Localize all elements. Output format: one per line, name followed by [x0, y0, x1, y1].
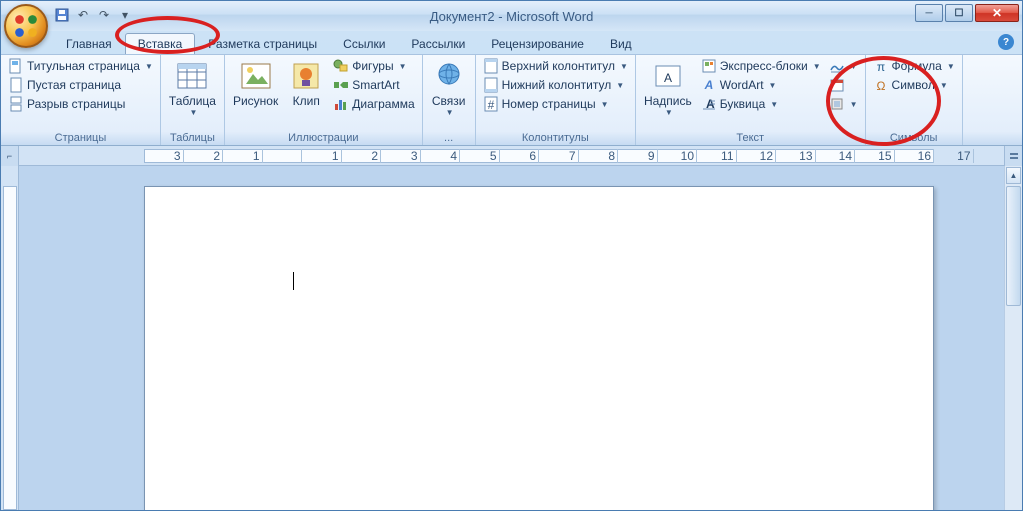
footer-label: Нижний колонтитул — [502, 78, 612, 92]
office-button[interactable] — [4, 4, 48, 48]
chart-button[interactable]: Диаграмма — [330, 95, 417, 113]
scroll-up-button[interactable]: ▲ — [1006, 167, 1021, 184]
undo-icon[interactable]: ↶ — [74, 6, 92, 24]
page-break-label: Разрыв страницы — [27, 97, 125, 111]
symbol-button[interactable]: ΩСимвол▼ — [870, 76, 958, 94]
tab-review[interactable]: Рецензирование — [478, 33, 597, 54]
signature-line-button[interactable]: ▼ — [826, 57, 861, 75]
ribbon: Титульная страница▼ Пустая страница Разр… — [1, 54, 1022, 146]
tab-view[interactable]: Вид — [597, 33, 645, 54]
close-button[interactable]: ✕ — [975, 4, 1019, 22]
minimize-button[interactable]: ─ — [915, 4, 943, 22]
ribbon-tabs: Главная Вставка Разметка страницы Ссылки… — [1, 31, 1022, 54]
maximize-button[interactable]: ☐ — [945, 4, 973, 22]
picture-button[interactable]: Рисунок — [229, 57, 282, 109]
svg-text:A: A — [703, 78, 713, 92]
svg-text:π: π — [876, 60, 884, 74]
equation-button[interactable]: πФормула▼ — [870, 57, 958, 75]
chart-label: Диаграмма — [352, 97, 414, 111]
group-symbols-label: Символы — [870, 131, 958, 145]
shapes-label: Фигуры — [352, 59, 393, 73]
cover-page-label: Титульная страница — [27, 59, 140, 73]
table-button[interactable]: Таблица▼ — [165, 57, 220, 118]
quick-access-toolbar: ↶ ↷ ▾ — [53, 6, 134, 24]
text-cursor — [293, 272, 294, 290]
links-button[interactable]: Связи▼ — [427, 57, 471, 118]
save-icon[interactable] — [53, 6, 71, 24]
equation-label: Формула — [892, 59, 942, 73]
object-button[interactable]: ▼ — [826, 95, 861, 113]
tab-home[interactable]: Главная — [53, 33, 125, 54]
table-label: Таблица — [169, 94, 216, 108]
textbox-button[interactable]: A Надпись▼ — [640, 57, 696, 118]
group-links-label: ... — [427, 131, 471, 145]
links-label: Связи — [432, 94, 466, 108]
tab-page-layout[interactable]: Разметка страницы — [195, 33, 330, 54]
redo-icon[interactable]: ↷ — [95, 6, 113, 24]
group-text-label: Текст — [640, 131, 861, 145]
dropcap-label: Буквица — [720, 97, 766, 111]
dropcap-button[interactable]: AБуквица▼ — [698, 95, 824, 113]
svg-text:Ω: Ω — [876, 79, 885, 93]
blank-page-button[interactable]: Пустая страница — [5, 76, 156, 94]
header-button[interactable]: Верхний колонтитул▼ — [480, 57, 631, 75]
tab-references[interactable]: Ссылки — [330, 33, 398, 54]
svg-text:A: A — [664, 71, 672, 85]
window-title: Документ2 - Microsoft Word — [430, 9, 594, 24]
header-label: Верхний колонтитул — [502, 59, 615, 73]
document-area[interactable] — [19, 166, 1004, 510]
page-break-button[interactable]: Разрыв страницы — [5, 95, 156, 113]
horizontal-ruler[interactable]: ⌐ 3211234567891011121314151617 — [1, 146, 1022, 166]
group-illustrations-label: Иллюстрации — [229, 131, 418, 145]
qat-customize-icon[interactable]: ▾ — [116, 6, 134, 24]
scroll-thumb[interactable] — [1006, 186, 1021, 306]
page-number-button[interactable]: #Номер страницы▼ — [480, 95, 631, 113]
date-time-button[interactable] — [826, 76, 861, 94]
tab-insert[interactable]: Вставка — [125, 33, 196, 54]
symbol-label: Символ — [892, 78, 935, 92]
cover-page-button[interactable]: Титульная страница▼ — [5, 57, 156, 75]
tab-mailings[interactable]: Рассылки — [398, 33, 478, 54]
smartart-button[interactable]: SmartArt — [330, 76, 417, 94]
quickparts-button[interactable]: Экспресс-блоки▼ — [698, 57, 824, 75]
page[interactable] — [144, 186, 934, 510]
group-tables-label: Таблицы — [165, 131, 220, 145]
wordart-button[interactable]: AWordArt▼ — [698, 76, 824, 94]
vertical-scrollbar[interactable]: ▲ — [1004, 166, 1022, 510]
smartart-label: SmartArt — [352, 78, 399, 92]
quickparts-label: Экспресс-блоки — [720, 59, 808, 73]
clipart-button[interactable]: Клип — [284, 57, 328, 109]
footer-button[interactable]: Нижний колонтитул▼ — [480, 76, 631, 94]
ruler-toggle-button[interactable] — [1004, 146, 1022, 166]
page-number-label: Номер страницы — [502, 97, 596, 111]
ruler-corner[interactable]: ⌐ — [1, 146, 19, 166]
clipart-label: Клип — [293, 94, 320, 108]
group-headerfooter-label: Колонтитулы — [480, 131, 631, 145]
help-button[interactable]: ? — [998, 34, 1014, 50]
svg-text:#: # — [487, 98, 494, 112]
vertical-ruler[interactable] — [1, 166, 19, 510]
blank-page-label: Пустая страница — [27, 78, 121, 92]
textbox-label: Надпись — [644, 94, 692, 108]
wordart-label: WordArt — [720, 78, 764, 92]
shapes-button[interactable]: Фигуры▼ — [330, 57, 417, 75]
title-bar: ↶ ↷ ▾ Документ2 - Microsoft Word ─ ☐ ✕ — [1, 1, 1022, 31]
group-pages-label: Страницы — [5, 131, 156, 145]
picture-label: Рисунок — [233, 94, 278, 108]
